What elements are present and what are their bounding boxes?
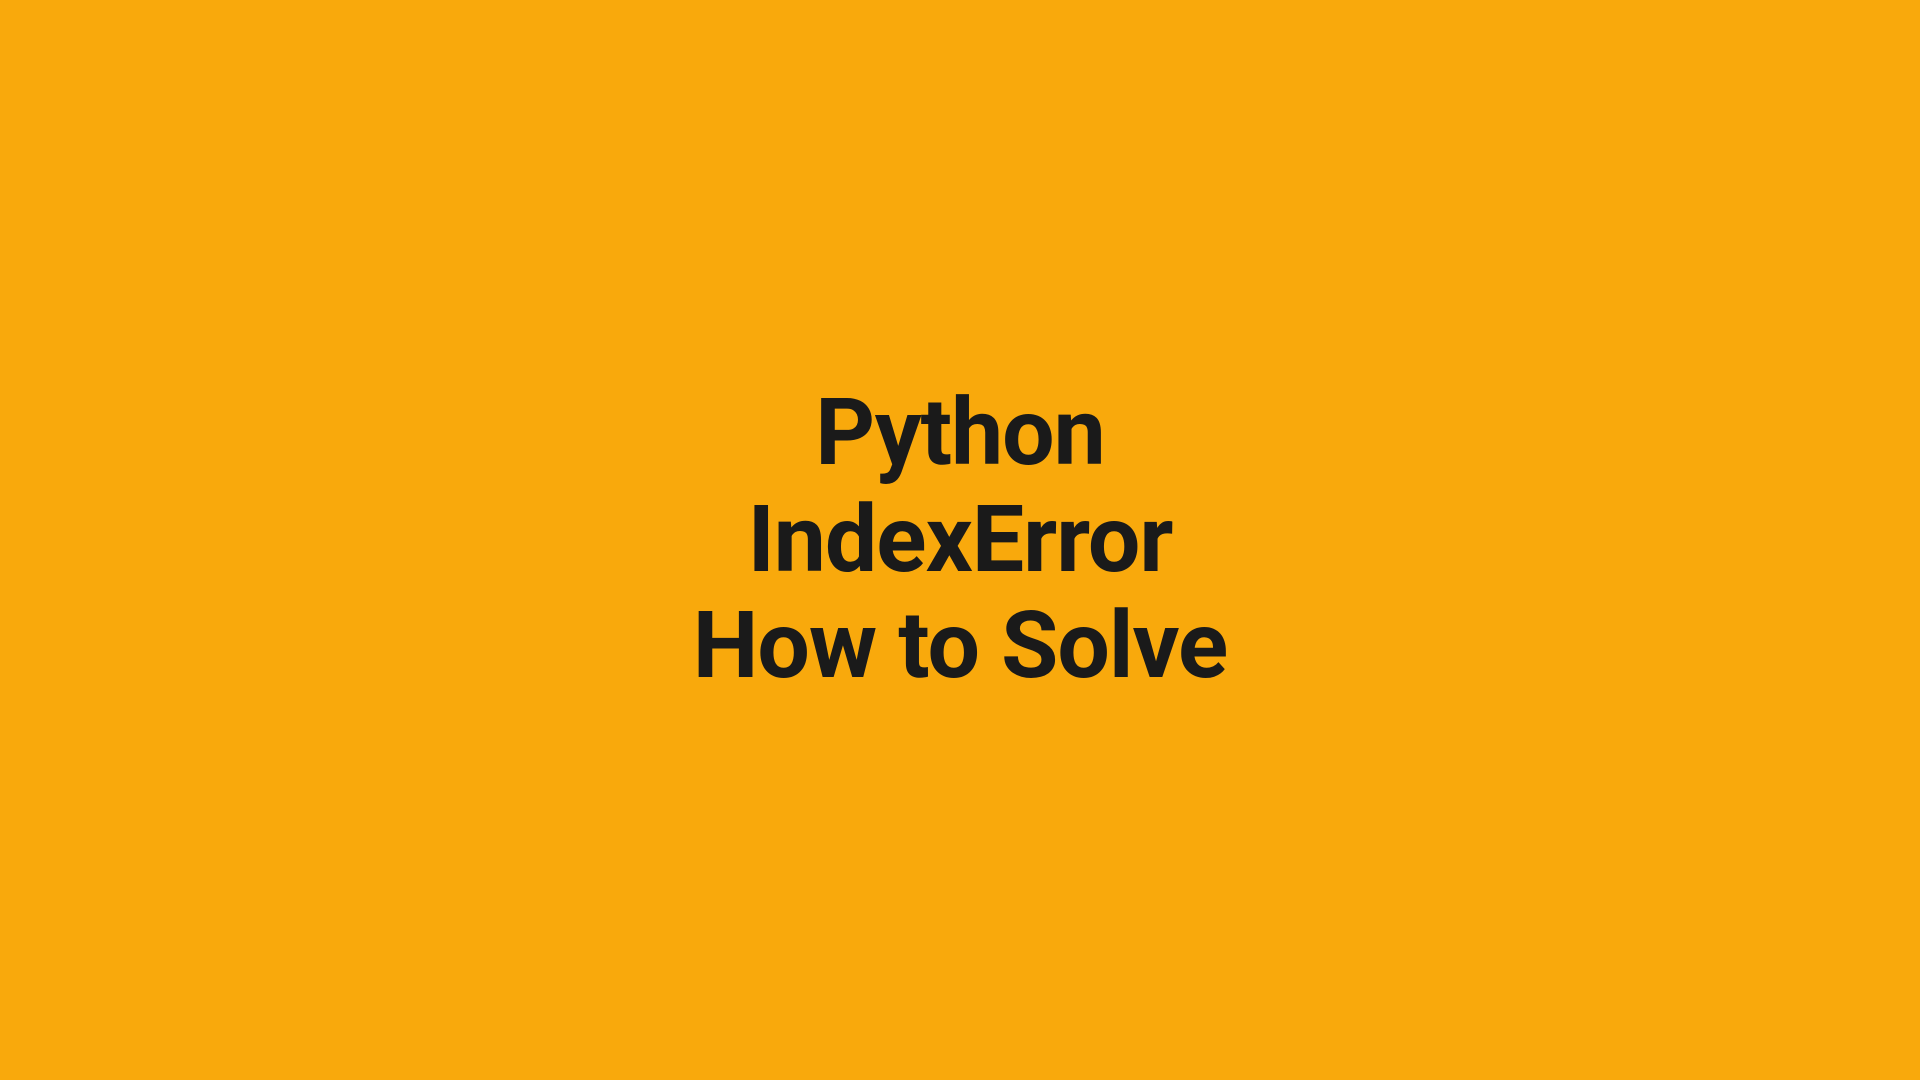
heading-line-3: How to Solve (693, 593, 1228, 700)
heading-line-1: Python (815, 380, 1105, 487)
heading-line-2: IndexError (748, 487, 1173, 594)
slide-container: Python IndexError How to Solve (0, 0, 1920, 1080)
